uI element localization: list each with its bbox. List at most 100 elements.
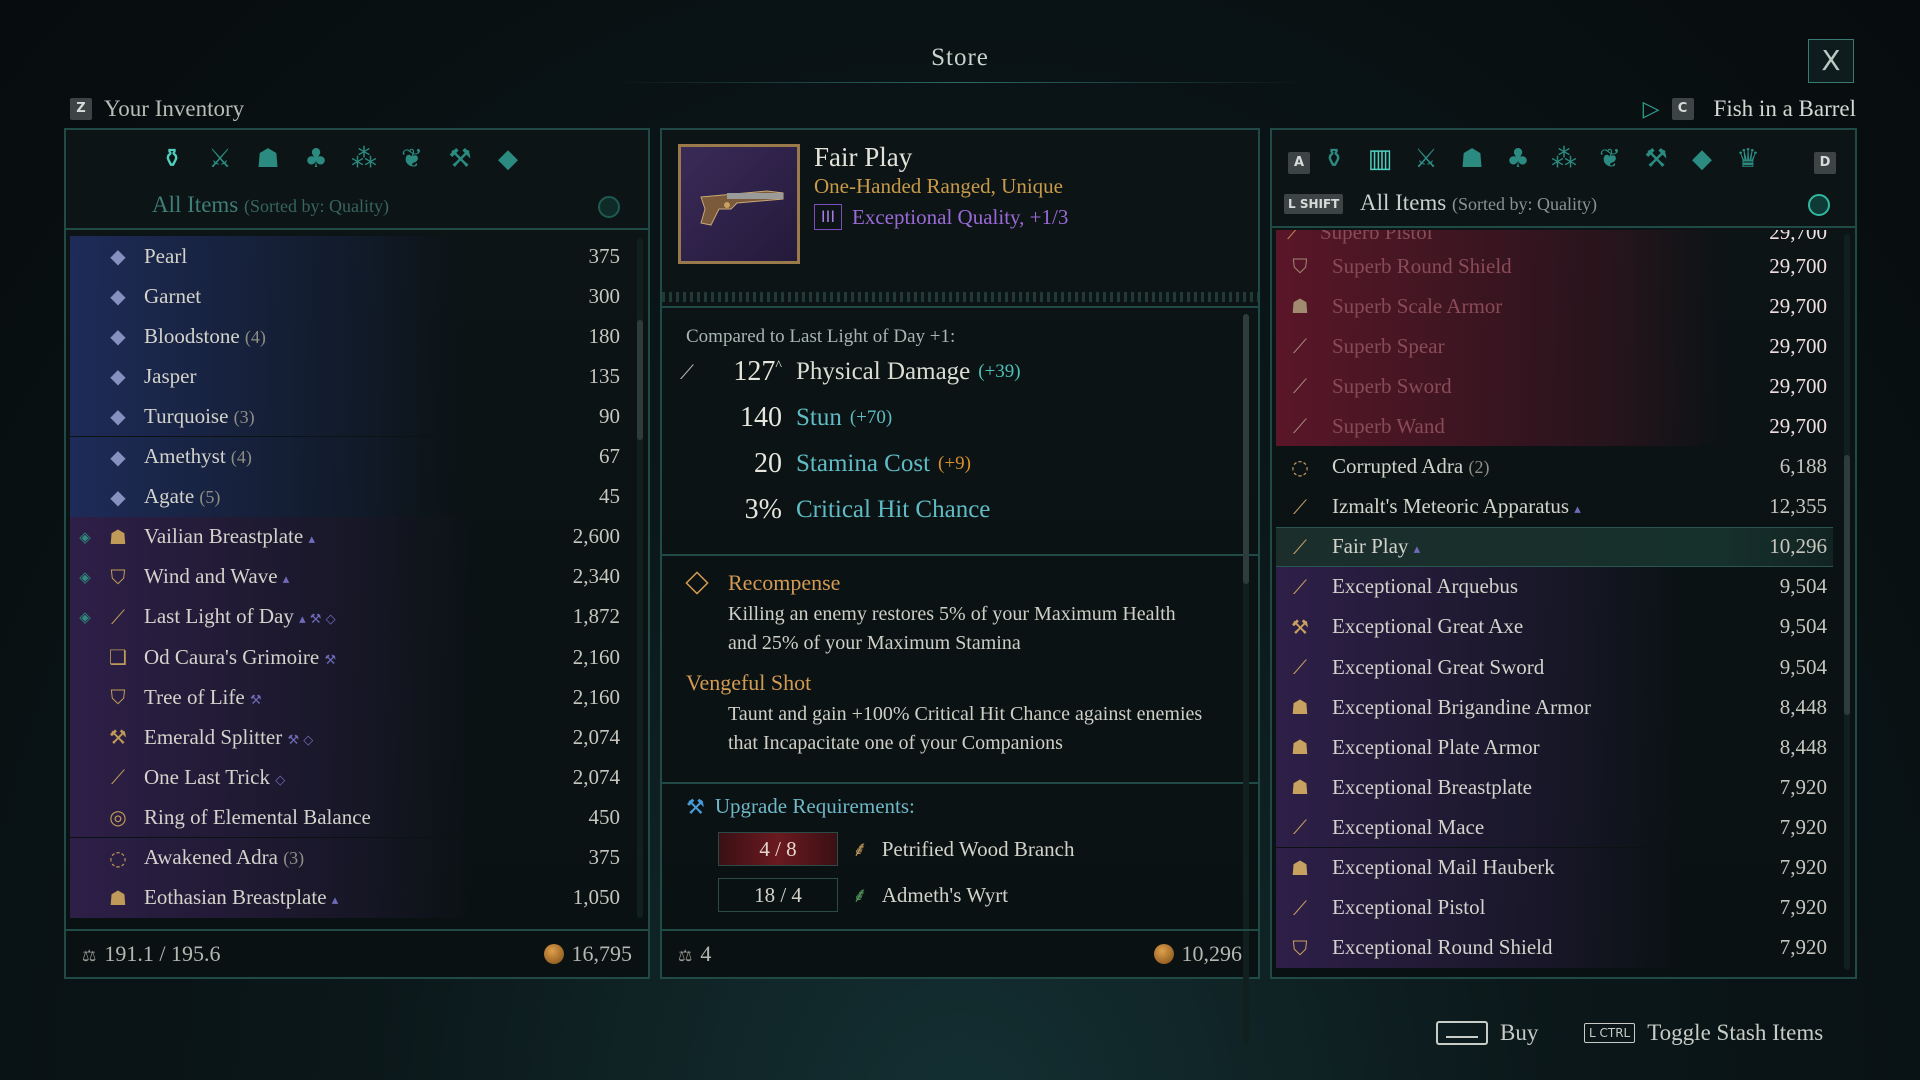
next-category-key[interactable]: D <box>1814 152 1836 174</box>
list-item[interactable]: ☗ Exceptional Mail Hauberk 7,920 <box>1276 847 1833 888</box>
prev-category-key[interactable]: A <box>1288 152 1310 174</box>
list-item[interactable]: ⚒ Emerald Splitter ⚒ ◇ 2,074 <box>70 717 626 758</box>
merchant-panel: A ⚱ ▥ ⚔ ☗ ♣ ⁂ ❦ ⚒ ◆ ♛ D L SHIFT All Item… <box>1270 128 1857 979</box>
item-price: 7,920 <box>1779 855 1827 879</box>
item-name: Fair Play ▴ <box>1324 532 1743 561</box>
list-item[interactable]: ⟋ Exceptional Pistol 7,920 <box>1276 887 1833 928</box>
weapons-icon[interactable]: ⚔ <box>202 144 238 174</box>
item-name: Bloodstone (4) <box>136 322 536 351</box>
ingredients-icon[interactable]: ♣ <box>298 144 334 174</box>
item-icon: ☗ <box>1291 695 1309 720</box>
list-item[interactable]: ☗ Exceptional Breastplate 7,920 <box>1276 767 1833 808</box>
bag-icon[interactable]: ⚱ <box>154 144 190 174</box>
merchant-scrollbar[interactable] <box>1844 234 1850 970</box>
item-name-text: Exceptional Breastplate <box>1332 774 1533 799</box>
scrollbar-thumb[interactable] <box>1844 454 1850 715</box>
list-item[interactable]: ⟋ Superb Spear 29,700 <box>1276 326 1833 367</box>
item-price: 7,920 <box>1779 935 1827 960</box>
gems-icon[interactable]: ◆ <box>1684 144 1720 174</box>
merchant-item-list: ⟋ Superb Pistol 29,700 ⛉ Superb Round Shi… <box>1276 230 1833 974</box>
item-price: 45 <box>599 484 620 509</box>
item-price: 10,296 <box>1153 941 1242 967</box>
store-icon[interactable]: ▥ <box>1362 144 1398 174</box>
list-item[interactable]: ☗ Exceptional Brigandine Armor 8,448 <box>1276 687 1833 728</box>
item-price: 29,700 <box>1769 293 1827 318</box>
bag-icon[interactable]: ⚱ <box>1316 144 1352 174</box>
list-item[interactable]: ☗ Exceptional Plate Armor 8,448 <box>1276 727 1833 768</box>
buy-hint[interactable]: Buy <box>1436 1020 1538 1046</box>
list-item[interactable]: ❑ Od Caura's Grimoire ⚒ 2,160 <box>70 637 626 677</box>
list-item[interactable]: ⟋ Superb Pistol 29,700 <box>1276 230 1833 246</box>
stat-value: 140 <box>712 402 782 434</box>
list-item[interactable]: ⟋ Exceptional Mace 7,920 <box>1276 807 1833 848</box>
list-item[interactable]: ◆ Garnet 300 <box>70 276 626 317</box>
list-item[interactable]: ◌ Awakened Adra (3) 375 <box>70 837 626 878</box>
item-name: Superb Sword <box>1324 372 1743 401</box>
list-item[interactable]: ☗ Eothasian Breastplate ▴ 1,050 <box>70 877 626 918</box>
list-item[interactable]: ⟋ Superb Sword 29,700 <box>1276 366 1833 407</box>
toggle-stash-hint[interactable]: L CTRL Toggle Stash Items <box>1584 1020 1823 1046</box>
armor-icon[interactable]: ☗ <box>250 144 286 174</box>
upgrades-icon[interactable]: ⚒ <box>442 144 478 174</box>
inventory-header[interactable]: Z Your Inventory <box>70 96 244 122</box>
close-button[interactable]: X <box>1808 39 1854 83</box>
item-icon: ⟋ <box>1293 655 1307 679</box>
list-item[interactable]: ◆ Bloodstone (4) 180 <box>70 316 626 357</box>
item-icon: ⟋ <box>1293 895 1307 920</box>
crown-icon[interactable]: ♛ <box>1730 144 1766 174</box>
stat-list: ⟋ 127^ Physical Damage (+39) 140 Stun (+70) 20 S… <box>662 350 1222 540</box>
list-item[interactable]: ⟋ Exceptional Arquebus 9,504 <box>1276 566 1833 607</box>
item-name-text: Garnet <box>144 283 202 308</box>
item-name-text: Wind and Wave <box>144 564 278 589</box>
scrollbar-thumb[interactable] <box>637 319 643 440</box>
item-name: Jasper <box>136 362 536 391</box>
merchant-header[interactable]: ▷ C Fish in a Barrel <box>1643 96 1856 122</box>
item-name: Last Light of Day ▴ ⚒ ◇ <box>136 602 536 631</box>
list-item[interactable]: ◎ Ring of Elemental Balance 450 <box>70 797 626 838</box>
item-name-text: Tree of Life <box>144 684 245 709</box>
consumables-icon[interactable]: ⁂ <box>1546 144 1582 174</box>
encumbrance: ⚖ 191.1 / 195.6 <box>82 941 220 967</box>
list-item[interactable]: ◆ Turquoise (3) 90 <box>70 396 626 437</box>
item-name-text: Eothasian Breastplate <box>144 885 327 910</box>
item-name-text: Exceptional Mail Hauberk <box>1332 855 1555 879</box>
list-item[interactable]: ⟋ Exceptional Great Sword 9,504 <box>1276 647 1833 687</box>
list-item[interactable]: ◆ Jasper 135 <box>70 356 626 397</box>
list-item[interactable]: ◆ Agate (5) 45 <box>70 476 626 517</box>
stat-row: 140 Stun (+70) <box>662 396 1222 440</box>
list-item[interactable]: ⛉ Superb Round Shield 29,700 <box>1276 246 1833 286</box>
inventory-scrollbar[interactable] <box>637 238 643 918</box>
list-item[interactable]: ⟋ Fair Play ▴ 10,296 <box>1276 526 1833 567</box>
filter-settings-icon[interactable] <box>598 196 620 218</box>
ability-title: Recompense <box>728 570 841 595</box>
list-item[interactable]: ◈ ☗ Vailian Breastplate ▴ 2,600 <box>70 516 626 557</box>
merchant-sort-label[interactable]: All Items (Sorted by: Quality) <box>1360 190 1597 216</box>
list-item[interactable]: ◈ ⛉ Wind and Wave ▴ 2,340 <box>70 556 626 597</box>
list-item[interactable]: ◈ ⟋ Last Light of Day ▴ ⚒ ◇ 1,872 <box>70 596 626 637</box>
scrollbar-thumb[interactable] <box>1243 314 1249 584</box>
list-item[interactable]: ⛉ Tree of Life ⚒ 2,160 <box>70 677 626 718</box>
item-price: 450 <box>588 804 621 829</box>
misc-icon[interactable]: ❦ <box>1592 144 1628 174</box>
merchant-arrow-icon: ▷ <box>1642 96 1660 122</box>
filter-settings-icon[interactable] <box>1808 194 1830 216</box>
armor-icon[interactable]: ☗ <box>1454 144 1490 174</box>
ingredients-icon[interactable]: ♣ <box>1500 144 1536 174</box>
list-item[interactable]: ⛉ Exceptional Round Shield 7,920 <box>1276 927 1833 968</box>
list-item[interactable]: ⟋ Superb Wand 29,700 <box>1276 406 1833 447</box>
list-item[interactable]: ☗ Superb Scale Armor 29,700 <box>1276 286 1833 327</box>
list-item[interactable]: ◌ Corrupted Adra (2) 6,188 <box>1276 447 1833 487</box>
item-price: 2,160 <box>572 684 620 709</box>
misc-icon[interactable]: ❦ <box>394 144 430 174</box>
gems-icon[interactable]: ◆ <box>490 144 526 174</box>
list-item[interactable]: ⟋ One Last Trick ◇ 2,074 <box>70 757 626 798</box>
inventory-sort-label[interactable]: All Items (Sorted by: Quality) <box>152 192 389 218</box>
upgrades-icon[interactable]: ⚒ <box>1638 144 1674 174</box>
list-item[interactable]: ◆ Amethyst (4) 67 <box>70 436 626 477</box>
weapons-icon[interactable]: ⚔ <box>1408 144 1444 174</box>
list-item[interactable]: ◆ Pearl 375 <box>70 236 626 276</box>
list-item[interactable]: ⚒ Exceptional Great Axe 9,504 <box>1276 606 1833 647</box>
consumables-icon[interactable]: ⁂ <box>346 144 382 174</box>
item-name-text: Izmalt's Meteoric Apparatus <box>1332 494 1570 519</box>
list-item[interactable]: ⟋ Izmalt's Meteoric Apparatus ▴ 12,355 <box>1276 487 1833 527</box>
